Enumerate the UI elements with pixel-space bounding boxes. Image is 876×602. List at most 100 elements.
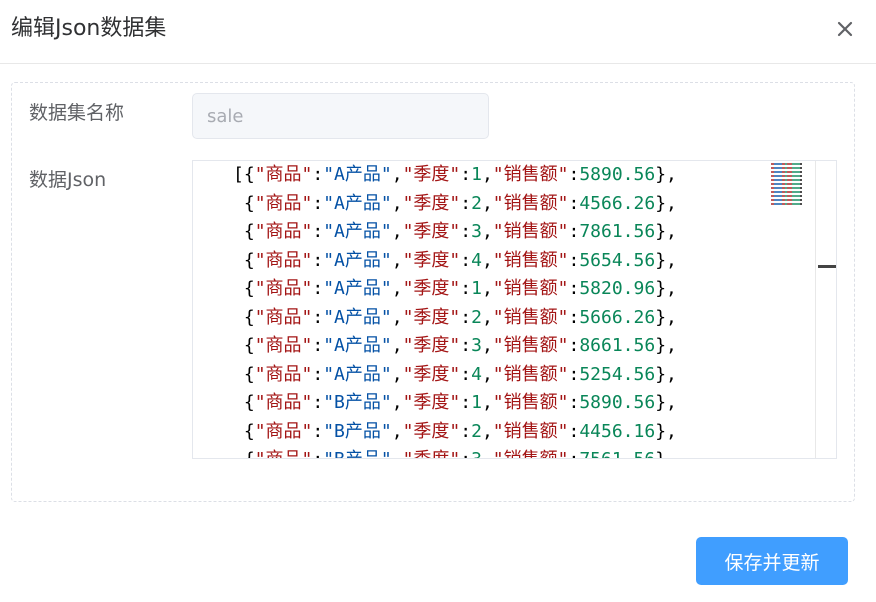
json-string-value: "A产品": [323, 249, 392, 271]
minimap-stroke: [792, 203, 800, 205]
save-and-update-button[interactable]: 保存并更新: [696, 537, 848, 585]
json-key: "季度": [402, 420, 461, 442]
colon: :: [568, 420, 580, 442]
dialog-header: 编辑Json数据集: [0, 0, 876, 64]
json-string-value: "A产品": [323, 164, 392, 185]
minimap-stroke: [800, 179, 802, 181]
minimap-stroke: [774, 187, 782, 189]
json-key: "销售额": [492, 392, 569, 413]
colon: :: [312, 335, 324, 356]
minimap-stroke: [785, 183, 787, 185]
json-key: "销售额": [492, 164, 569, 185]
comma: ,: [481, 363, 493, 385]
code-line: {"商品":"B产品","季度":1,"销售额":5890.56},: [233, 389, 803, 418]
minimap-stroke: [782, 171, 785, 173]
json-data-label: 数据Json: [29, 169, 107, 191]
json-number-value: 4456.16: [579, 420, 656, 442]
json-key: "商品": [254, 420, 313, 442]
json-key: "季度": [402, 363, 461, 385]
brace-close: },: [655, 249, 677, 271]
json-number-value: 2: [471, 420, 482, 442]
editor-minimap[interactable]: [767, 161, 813, 209]
minimap-stroke: [787, 199, 792, 201]
minimap-stroke: [771, 171, 774, 173]
minimap-stroke: [771, 175, 774, 177]
json-key: "销售额": [492, 221, 569, 242]
minimap-stroke: [792, 195, 800, 197]
brace-close: },: [655, 306, 677, 328]
minimap-stroke: [787, 171, 792, 173]
minimap-stroke: [787, 191, 792, 193]
minimap-stroke: [800, 175, 802, 177]
minimap-stroke: [792, 179, 800, 181]
minimap-stroke: [774, 175, 782, 177]
vertical-scrollbar[interactable]: [815, 161, 836, 458]
json-number-value: 2: [471, 192, 482, 214]
code-line: {"商品":"A产品","季度":3,"销售额":7861.56},: [233, 218, 803, 247]
code-line: {"商品":"A产品","季度":2,"销售额":5666.26},: [233, 304, 803, 333]
minimap-stroke: [774, 199, 782, 201]
minimap-stroke: [785, 163, 787, 165]
json-string-value: "A产品": [323, 221, 392, 242]
colon: :: [312, 278, 324, 299]
colon: :: [312, 306, 324, 328]
brace-open: {: [243, 335, 255, 356]
minimap-stroke: [782, 167, 785, 169]
dataset-name-input[interactable]: [192, 93, 489, 139]
comma: ,: [481, 335, 493, 356]
close-icon[interactable]: [832, 16, 858, 42]
json-number-value: 5890.56: [579, 392, 656, 413]
json-key: "销售额": [492, 249, 569, 271]
json-number-value: 1: [471, 278, 482, 299]
code-lines[interactable]: [{"商品":"A产品","季度":1,"销售额":5890.56}, {"商品…: [233, 161, 803, 458]
json-key: "季度": [402, 192, 461, 214]
json-string-value: "A产品": [323, 192, 392, 214]
minimap-stroke: [792, 167, 800, 169]
comma: ,: [391, 221, 403, 242]
json-key: "销售额": [492, 335, 569, 356]
colon: :: [568, 335, 580, 356]
json-string-value: "B产品": [323, 420, 392, 442]
json-key: "商品": [254, 164, 313, 185]
json-key: "商品": [254, 306, 313, 328]
brace-open: {: [243, 392, 255, 413]
minimap-stroke: [771, 167, 774, 169]
brace-open: {: [244, 449, 255, 458]
json-string-value: "A产品": [323, 306, 392, 328]
json-key: "销售额": [493, 449, 569, 458]
json-number-value: 3: [471, 335, 482, 356]
json-number-value: 3: [471, 221, 482, 242]
brace-close: },: [655, 192, 677, 214]
colon: :: [460, 192, 472, 214]
comma: ,: [392, 449, 403, 458]
colon: :: [460, 335, 472, 356]
minimap-stroke: [771, 179, 774, 181]
brace-open: {: [243, 306, 255, 328]
json-code-editor[interactable]: [{"商品":"A产品","季度":1,"销售额":5890.56}, {"商品…: [192, 160, 837, 459]
minimap-stroke: [782, 179, 785, 181]
minimap-stroke: [792, 187, 800, 189]
colon: :: [568, 363, 580, 385]
minimap-stroke: [782, 195, 785, 197]
colon: :: [312, 392, 324, 413]
code-line: {"商品":"A产品","季度":4,"销售额":5254.56},: [233, 361, 803, 390]
colon: :: [312, 249, 324, 271]
code-line: {"商品":"A产品","季度":2,"销售额":4566.26},: [233, 190, 803, 219]
json-key: "商品": [254, 363, 313, 385]
json-key: "销售额": [492, 278, 569, 299]
minimap-stroke: [774, 163, 782, 165]
code-line: {"商品":"A产品","季度":3,"销售额":8661.56},: [233, 332, 803, 361]
json-number-value: 4566.26: [579, 192, 656, 214]
comma: ,: [481, 164, 493, 185]
minimap-stroke: [782, 191, 785, 193]
minimap-stroke: [782, 163, 785, 165]
json-number-value: 1: [471, 164, 482, 185]
minimap-stroke: [787, 179, 792, 181]
json-key: "商品": [255, 449, 313, 458]
minimap-stroke: [774, 191, 782, 193]
